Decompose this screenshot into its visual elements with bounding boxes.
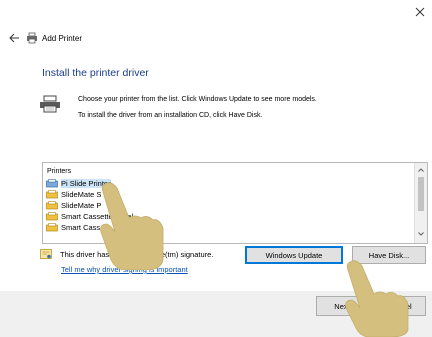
printer-icon	[27, 32, 37, 44]
driver-signing-link[interactable]: Tell me why driver signing is important	[61, 265, 188, 274]
dialog-title: Add Printer	[42, 33, 83, 43]
dialog-footer: Next Cancel	[0, 291, 432, 337]
have-disk-button[interactable]: Have Disk...	[352, 246, 426, 264]
instruction-line-1: Choose your printer from the list. Click…	[78, 96, 317, 103]
printer-list[interactable]: Printers Pi Slide Printer SlideMate S Sl…	[42, 162, 428, 244]
list-item[interactable]: Smart Cass	[43, 222, 427, 233]
page-heading: Install the printer driver	[42, 67, 149, 79]
list-scrollbar[interactable]	[414, 163, 427, 243]
list-item[interactable]: Smart Cassette Label	[43, 211, 427, 222]
printer-icon	[46, 223, 58, 232]
back-arrow-icon[interactable]	[8, 32, 20, 44]
dialog-titlebar: Add Printer	[8, 30, 82, 46]
next-button[interactable]: Next	[316, 296, 368, 316]
printer-icon	[40, 95, 60, 113]
signature-text: This driver has an Authenticode(tm) sign…	[60, 249, 214, 259]
cancel-button[interactable]: Cancel	[374, 296, 426, 316]
instruction-line-2: To install the driver from an installati…	[78, 112, 263, 119]
signature-row: This driver has an Authenticode(tm) sign…	[40, 248, 213, 260]
printer-icon	[46, 179, 58, 188]
close-icon[interactable]	[414, 6, 426, 18]
list-item[interactable]: SlideMate S	[43, 189, 427, 200]
chevron-up-icon[interactable]	[417, 166, 425, 174]
list-item-label: SlideMate S	[61, 190, 102, 199]
list-item[interactable]: Pi Slide Printer	[43, 178, 427, 189]
printer-icon	[46, 212, 58, 221]
list-item-label: Smart Cassette Label	[61, 212, 134, 221]
list-header: Printers	[47, 168, 72, 175]
printer-icon	[46, 201, 58, 210]
list-item-label: Pi Slide Printer	[61, 179, 111, 188]
add-printer-dialog: Add Printer Install the printer driver C…	[0, 0, 432, 337]
printer-icon	[46, 190, 58, 199]
scrollbar-thumb[interactable]	[418, 177, 424, 211]
list-item-label: SlideMate P	[61, 201, 102, 210]
list-item-label: Smart Cass	[61, 223, 101, 232]
list-item[interactable]: SlideMate P	[43, 200, 427, 211]
certificate-icon	[40, 249, 52, 259]
instruction-row: Choose your printer from the list. Click…	[38, 95, 317, 113]
chevron-down-icon[interactable]	[417, 230, 425, 238]
windows-update-button[interactable]: Windows Update	[245, 246, 343, 264]
